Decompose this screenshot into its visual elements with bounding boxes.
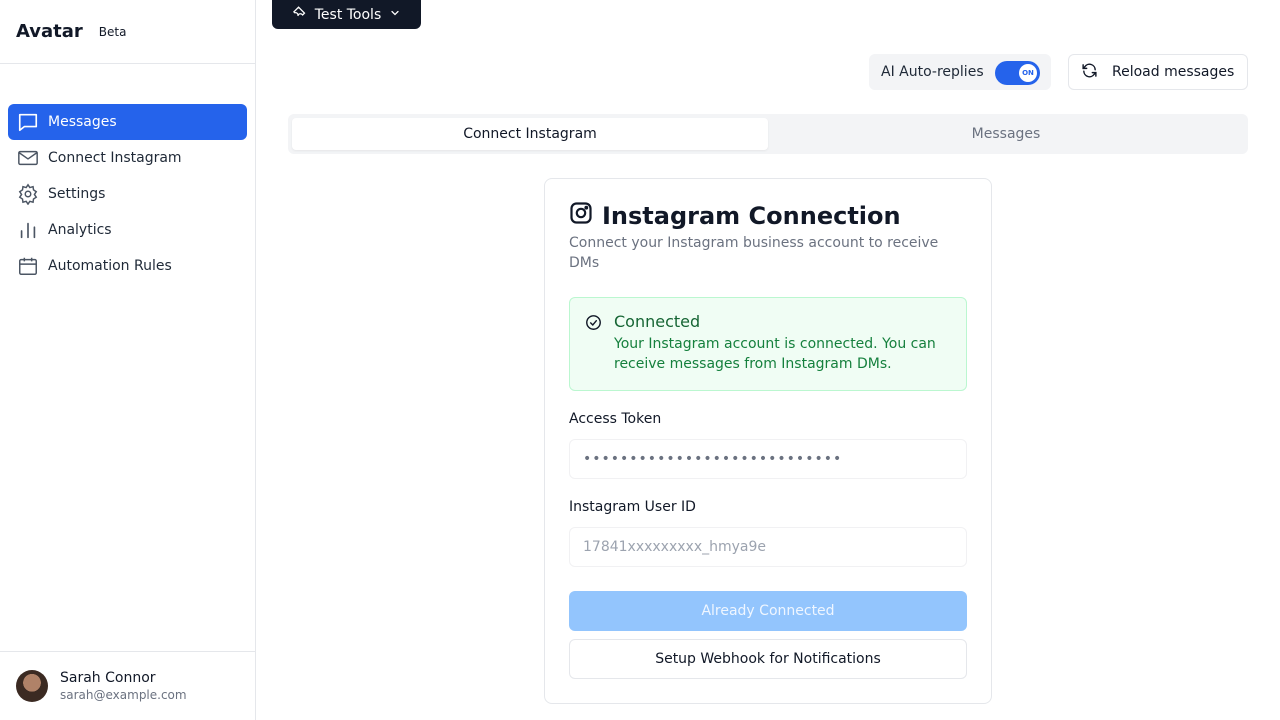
user-email: sarah@example.com [60,688,187,702]
sidebar-item-automation-rules[interactable]: Automation Rules [8,248,247,284]
setup-webhook-button[interactable]: Setup Webhook for Notifications [569,639,967,679]
tab-connect-instagram[interactable]: Connect Instagram [292,118,768,150]
message-square-icon [16,110,40,134]
sidebar-item-messages[interactable]: Messages [8,104,247,140]
avatar [16,670,48,702]
user-name: Sarah Connor [60,670,156,686]
instagram-icon [569,201,593,231]
access-token-label: Access Token [569,411,662,427]
brand-name: Avatar [16,21,83,42]
tab-messages[interactable]: Messages [768,118,1244,150]
auto-replies-label: AI Auto-replies [881,64,984,80]
auto-replies-toggle[interactable]: ON [995,61,1040,85]
tab-list: Connect Instagram Messages [288,114,1248,154]
card-description: Connect your Instagram business account … [569,235,939,271]
user-profile[interactable]: Sarah Connor sarah@example.com [0,651,255,720]
user-id-field[interactable]: 17841xxxxxxxxx_hmya9e [569,527,967,567]
refresh-icon [1081,62,1098,83]
calendar-icon [16,254,40,278]
beta-badge: Beta [98,24,127,39]
sidebar-item-label: Analytics [48,222,112,238]
chevron-down-icon [389,7,401,23]
reload-label: Reload messages [1112,64,1235,80]
already-connected-button[interactable]: Already Connected [569,591,967,631]
sidebar-item-label: Messages [48,114,117,130]
sidebar-item-settings[interactable]: Settings [8,176,247,212]
card-title-text: Instagram Connection [602,202,901,230]
sidebar-item-label: Automation Rules [48,258,172,274]
test-tools-button[interactable]: Test Tools [272,0,421,29]
sidebar: Avatar Beta Messages Connect Instagram S… [0,0,256,720]
mail-icon [16,146,40,170]
test-tools-label: Test Tools [314,6,382,23]
access-token-field[interactable]: •••••••••••••••••••••••••••• [569,439,967,479]
reload-messages-button[interactable]: Reload messages [1068,54,1248,90]
sidebar-item-connect-instagram[interactable]: Connect Instagram [8,140,247,176]
card-title: Instagram Connection [569,201,901,231]
check-circle-icon [585,314,602,335]
bar-chart-icon [16,218,40,242]
sidebar-item-label: Connect Instagram [48,150,182,166]
gear-icon [16,182,40,206]
auto-replies-control: AI Auto-replies ON [869,54,1051,90]
wrench-icon [292,5,307,24]
connected-alert: Connected Your Instagram account is conn… [569,297,967,391]
toggle-state: ON [1019,64,1037,82]
sidebar-item-analytics[interactable]: Analytics [8,212,247,248]
alert-title: Connected [614,312,701,331]
instagram-connection-card: Instagram Connection Connect your Instag… [544,178,992,704]
user-id-label: Instagram User ID [569,499,696,515]
alert-text: Your Instagram account is connected. You… [614,336,936,372]
brand: Avatar Beta [0,0,255,64]
sidebar-item-label: Settings [48,186,106,202]
sidebar-nav: Messages Connect Instagram Settings Anal… [8,104,247,284]
